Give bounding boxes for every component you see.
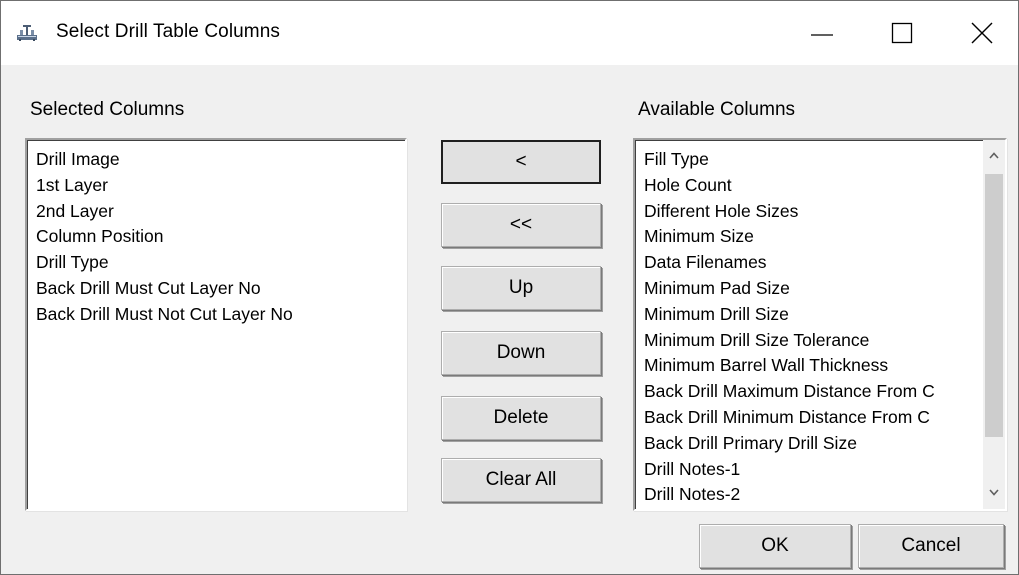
drill-table-icon	[16, 23, 38, 41]
list-item[interactable]: Minimum Drill Size Tolerance	[644, 328, 979, 354]
delete-button[interactable]: Delete	[441, 396, 601, 440]
list-item[interactable]: Back Drill Must Not Cut Layer No	[36, 302, 401, 328]
list-item[interactable]: Different Hole Sizes	[644, 199, 979, 225]
move-up-button[interactable]: Up	[441, 266, 601, 310]
add-column-button[interactable]: <	[441, 140, 601, 184]
list-item[interactable]: Drill Type	[36, 250, 401, 276]
move-down-button[interactable]: Down	[441, 331, 601, 375]
scroll-up-button[interactable]	[983, 140, 1005, 172]
maximize-button[interactable]	[862, 1, 942, 65]
minimize-button[interactable]	[782, 1, 862, 65]
list-item[interactable]: Back Drill Must Cut Layer No	[36, 276, 401, 302]
list-item[interactable]: Back Drill Minimum Distance From C	[644, 405, 979, 431]
chevron-down-icon	[989, 489, 999, 496]
list-item[interactable]: Minimum Drill Size	[644, 302, 979, 328]
close-icon	[971, 22, 993, 44]
list-item[interactable]: Drill Notes-1	[644, 457, 979, 483]
list-item[interactable]: Fill Type	[644, 147, 979, 173]
title-bar[interactable]: Select Drill Table Columns	[1, 1, 1018, 65]
clear-all-button[interactable]: Clear All	[441, 458, 601, 502]
list-item[interactable]: 1st Layer	[36, 173, 401, 199]
list-item[interactable]: Minimum Barrel Wall Thickness	[644, 353, 979, 379]
list-item[interactable]: Hole Count	[644, 173, 979, 199]
selected-columns-label: Selected Columns	[30, 99, 185, 120]
list-item[interactable]: Column Position	[36, 224, 401, 250]
select-drill-table-columns-dialog: Select Drill Table Columns Selected Colu…	[0, 0, 1019, 575]
close-button[interactable]	[942, 1, 1019, 65]
available-list-scrollbar[interactable]	[983, 140, 1005, 509]
maximize-icon	[891, 22, 913, 44]
list-item[interactable]: Data Filenames	[644, 250, 979, 276]
scroll-down-button[interactable]	[983, 477, 1005, 509]
list-item[interactable]: Drill Notes-2	[644, 482, 979, 508]
list-item[interactable]: Back Drill Maximum Distance From C	[644, 379, 979, 405]
list-item[interactable]: Minimum Size	[644, 224, 979, 250]
list-item[interactable]: 2nd Layer	[36, 199, 401, 225]
selected-columns-list[interactable]: Drill Image 1st Layer 2nd Layer Column P…	[25, 138, 407, 511]
window-title: Select Drill Table Columns	[56, 21, 281, 42]
scroll-thumb[interactable]	[985, 174, 1003, 437]
ok-button[interactable]: OK	[699, 524, 851, 568]
chevron-up-icon	[989, 152, 999, 159]
minimize-icon	[811, 34, 833, 36]
list-item[interactable]: Minimum Pad Size	[644, 276, 979, 302]
list-item[interactable]: Back Drill Primary Drill Size	[644, 431, 979, 457]
available-columns-list[interactable]: Fill Type Hole Count Different Hole Size…	[633, 138, 1007, 511]
available-columns-label: Available Columns	[638, 99, 796, 120]
cancel-button[interactable]: Cancel	[858, 524, 1004, 568]
add-all-columns-button[interactable]: <<	[441, 203, 601, 247]
list-item[interactable]: Drill Image	[36, 147, 401, 173]
